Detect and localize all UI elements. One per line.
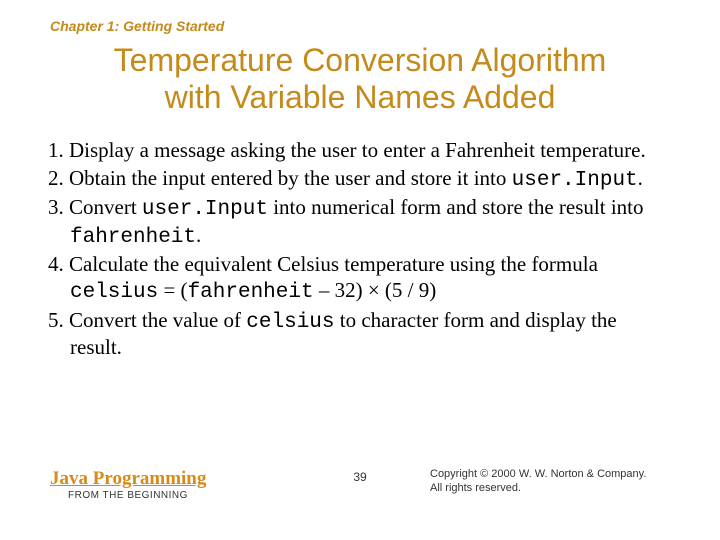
step-4-code-a: celsius — [70, 281, 158, 304]
algorithm-body: 1. Display a message asking the user to … — [48, 138, 672, 363]
step-3-code-2: fahrenheit — [70, 226, 196, 249]
step-3-pre: 3. Convert — [48, 195, 142, 219]
footer: Java Programming FROM THE BEGINNING 39 C… — [0, 464, 720, 514]
step-1-text: 1. Display a message asking the user to … — [48, 138, 646, 162]
step-4-rest: – 32) × (5 / 9) — [314, 278, 437, 302]
chapter-label: Chapter 1: Getting Started — [50, 18, 224, 34]
slide: Chapter 1: Getting Started Temperature C… — [0, 0, 720, 540]
step-3-mid: into numerical form and store the result… — [268, 195, 644, 219]
step-3: 3. Convert user.Input into numerical for… — [48, 195, 672, 250]
step-1: 1. Display a message asking the user to … — [48, 138, 672, 164]
slide-title: Temperature Conversion Algorithm with Va… — [0, 42, 720, 116]
step-2: 2. Obtain the input entered by the user … — [48, 166, 672, 194]
copyright: Copyright © 2000 W. W. Norton & Company.… — [430, 467, 680, 496]
step-4: 4. Calculate the equivalent Celsius temp… — [48, 252, 672, 305]
step-3-code-1: user.Input — [142, 198, 268, 221]
title-line-2: with Variable Names Added — [165, 79, 556, 115]
step-5-pre: 5. Convert the value of — [48, 308, 246, 332]
copyright-line-1: Copyright © 2000 W. W. Norton & Company. — [430, 468, 646, 480]
step-2-pre: 2. Obtain the input entered by the user … — [48, 166, 512, 190]
step-4-eq: = ( — [158, 278, 187, 302]
brand-tagline: FROM THE BEGINNING — [68, 490, 188, 501]
step-4-code-b: fahrenheit — [188, 281, 314, 304]
step-2-post: . — [638, 166, 643, 190]
copyright-line-2: All rights reserved. — [430, 482, 521, 494]
step-2-code: user.Input — [512, 169, 638, 192]
step-5: 5. Convert the value of celsius to chara… — [48, 308, 672, 361]
step-3-post: . — [196, 223, 201, 247]
title-line-1: Temperature Conversion Algorithm — [114, 42, 607, 78]
step-4-pre: 4. Calculate the equivalent Celsius temp… — [48, 252, 598, 276]
step-5-code: celsius — [246, 311, 334, 334]
